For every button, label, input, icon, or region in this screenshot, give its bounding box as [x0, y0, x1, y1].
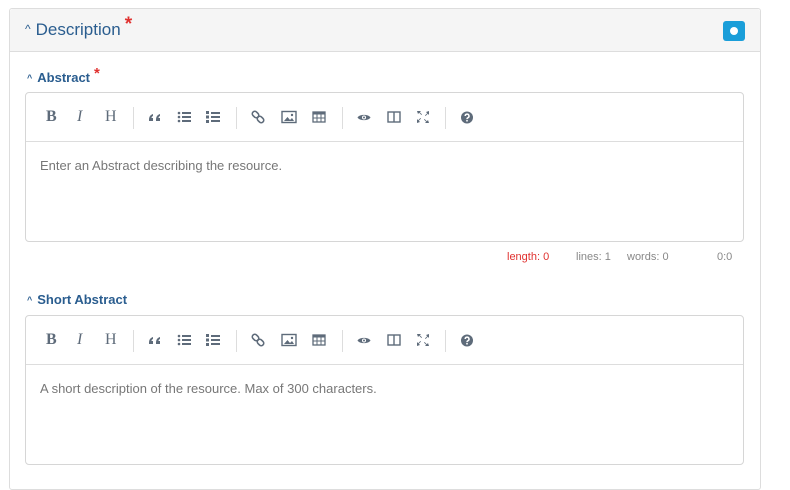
abstract-label-text: Abstract [37, 70, 91, 85]
panel-title-text: Description [35, 20, 121, 39]
image-icon[interactable] [281, 109, 297, 125]
quote-icon[interactable] [148, 109, 162, 125]
required-asterisk: * [124, 14, 133, 35]
image-icon[interactable] [281, 332, 297, 348]
short-abstract-toolbar: B I H [26, 316, 743, 365]
short-abstract-placeholder: A short description of the resource. Max… [40, 381, 377, 396]
heading-button[interactable]: H [105, 332, 117, 348]
required-asterisk: * [94, 65, 100, 82]
toolbar-separator [445, 330, 446, 352]
abstract-textarea[interactable]: Enter an Abstract describing the resourc… [26, 142, 743, 242]
heading-button[interactable]: H [105, 109, 117, 125]
short-abstract-label-text: Short Abstract [37, 292, 128, 307]
bold-button[interactable]: B [46, 332, 57, 348]
quote-icon[interactable] [148, 332, 162, 348]
unordered-list-icon[interactable] [177, 332, 191, 348]
ordered-list-icon[interactable] [206, 109, 220, 125]
fullscreen-icon[interactable] [416, 109, 430, 125]
side-by-side-icon[interactable] [387, 332, 401, 348]
chevron-up-icon[interactable]: ^ [27, 73, 32, 83]
bold-button[interactable]: B [46, 109, 57, 125]
side-by-side-icon[interactable] [387, 109, 401, 125]
preview-icon[interactable] [357, 332, 371, 348]
help-icon[interactable] [460, 109, 474, 125]
fullscreen-icon[interactable] [416, 332, 430, 348]
preview-icon[interactable] [357, 109, 371, 125]
short-abstract-editor: B I H A short description of the resourc… [25, 315, 744, 465]
abstract-toolbar: B I H [26, 93, 743, 142]
toolbar-separator [133, 330, 134, 352]
help-icon[interactable] [460, 332, 474, 348]
toolbar-separator [445, 107, 446, 129]
chevron-up-icon[interactable]: ^ [27, 295, 32, 305]
toolbar-separator [133, 107, 134, 129]
italic-button[interactable]: I [77, 332, 82, 348]
short-abstract-label[interactable]: ^ Short Abstract [27, 292, 127, 307]
panel-title[interactable]: ^ Description * [25, 14, 132, 41]
abstract-editor: B I H Enter an Abstract describing the r… [25, 92, 744, 242]
toolbar-separator [342, 107, 343, 129]
link-icon[interactable] [251, 109, 265, 125]
unordered-list-icon[interactable] [177, 109, 191, 125]
section-toggle-button[interactable] [723, 21, 745, 41]
table-icon[interactable] [312, 332, 326, 348]
italic-button[interactable]: I [77, 109, 82, 125]
length-counter: length: 0 [507, 251, 550, 263]
words-counter: words: 0 [627, 251, 669, 263]
cursor-position: 0:0 [717, 251, 733, 263]
toolbar-separator [236, 330, 237, 352]
chevron-up-icon[interactable]: ^ [25, 22, 31, 36]
short-abstract-textarea[interactable]: A short description of the resource. Max… [26, 365, 743, 465]
abstract-label[interactable]: ^ Abstract * [27, 65, 100, 86]
table-icon[interactable] [312, 109, 326, 125]
panel-header[interactable]: ^ Description * [10, 9, 760, 52]
ordered-list-icon[interactable] [206, 332, 220, 348]
link-icon[interactable] [251, 332, 265, 348]
toolbar-separator [236, 107, 237, 129]
lines-counter: lines: 1 [576, 251, 611, 263]
abstract-placeholder: Enter an Abstract describing the resourc… [40, 158, 283, 173]
toolbar-separator [342, 330, 343, 352]
